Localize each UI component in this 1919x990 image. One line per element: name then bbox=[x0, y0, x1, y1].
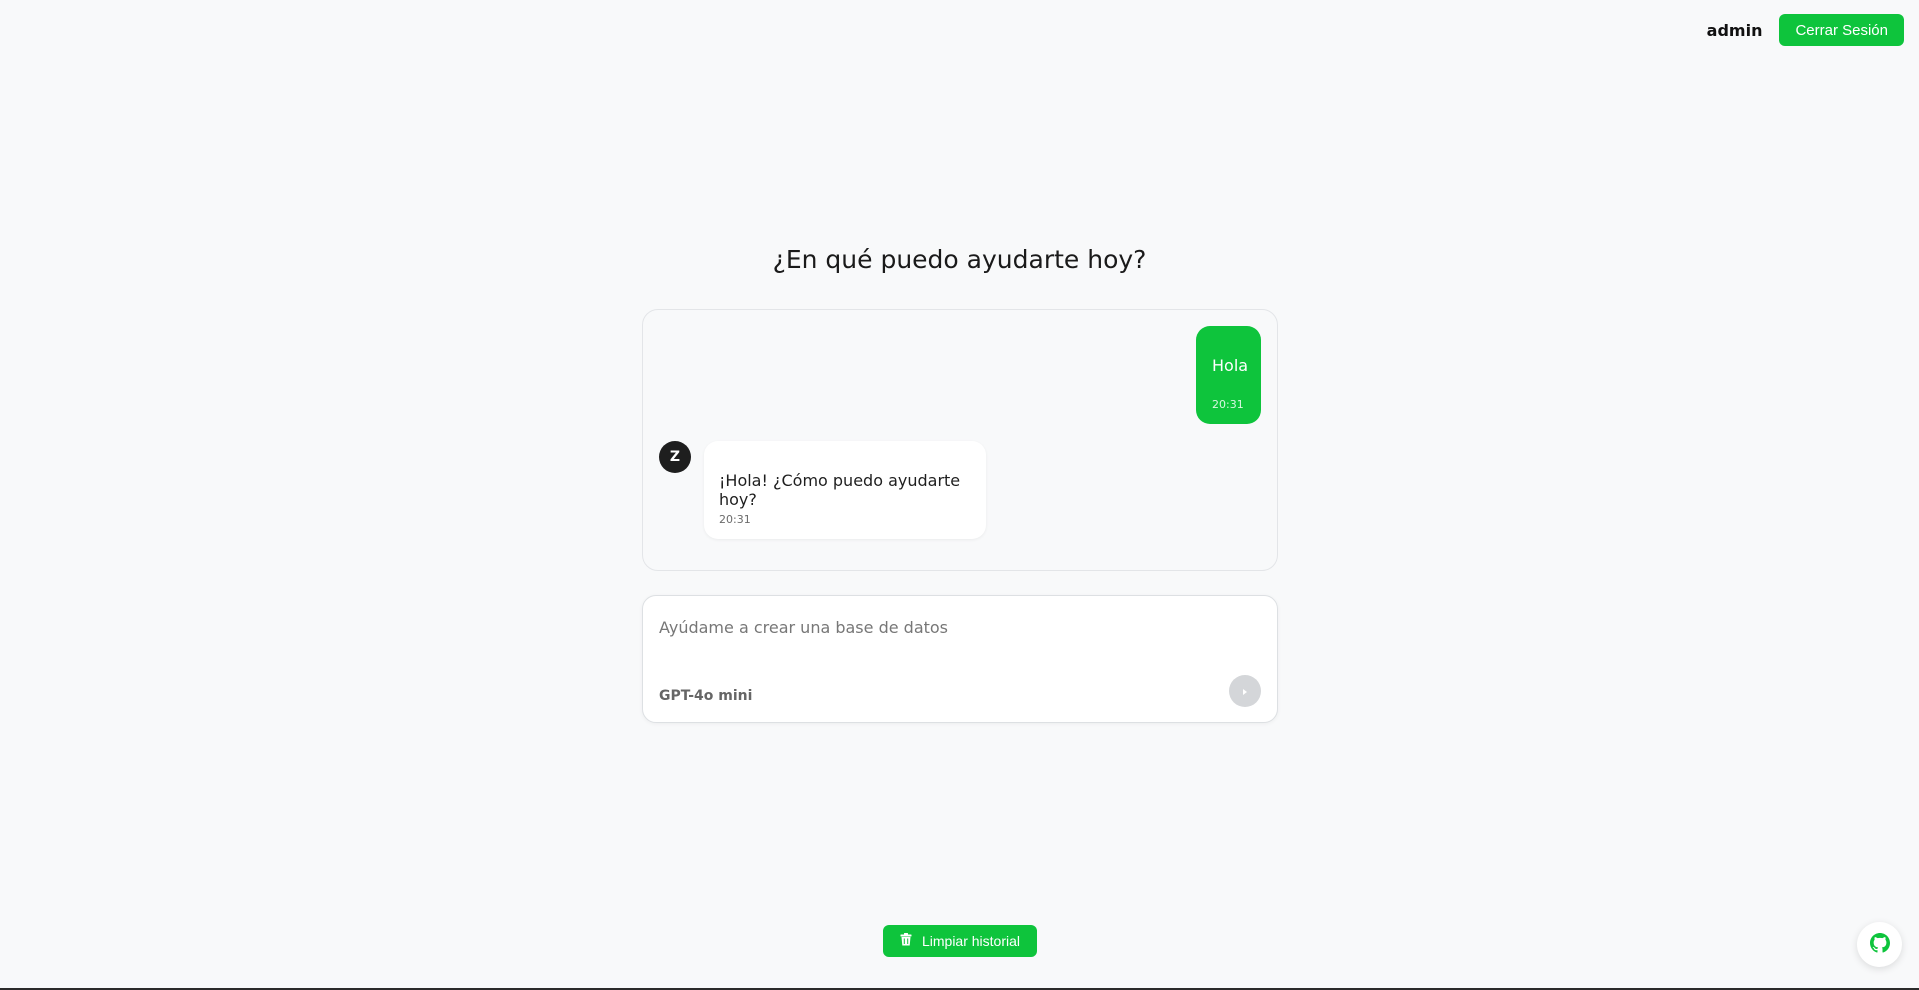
avatar: Z bbox=[659, 441, 691, 473]
send-arrow-icon bbox=[1241, 684, 1249, 699]
send-button[interactable] bbox=[1229, 675, 1261, 707]
user-message-text: Hola bbox=[1212, 356, 1249, 375]
page-title: ¿En qué puedo ayudarte hoy? bbox=[772, 245, 1147, 274]
github-button[interactable] bbox=[1857, 922, 1902, 967]
username: admin bbox=[1706, 20, 1763, 40]
user-message-time: 20:31 bbox=[1212, 398, 1244, 411]
user-message: Hola 20:31 bbox=[1196, 326, 1261, 424]
trash-icon bbox=[900, 933, 912, 949]
github-icon bbox=[1869, 932, 1890, 957]
top-bar: admin Cerrar Sesión bbox=[1707, 14, 1904, 46]
assistant-message-text: ¡Hola! ¿Cómo puedo ayudarte hoy? bbox=[719, 471, 961, 509]
model-selector[interactable]: GPT-4o mini bbox=[659, 688, 752, 704]
message-composer: GPT-4o mini bbox=[642, 595, 1278, 723]
logout-button[interactable]: Cerrar Sesión bbox=[1779, 14, 1904, 46]
clear-history-label: Limpiar historial bbox=[921, 933, 1021, 949]
message-input[interactable] bbox=[659, 614, 1219, 640]
chat-page: admin Cerrar Sesión ¿En qué puedo ayudar… bbox=[0, 0, 1919, 990]
clear-history-button[interactable]: Limpiar historial bbox=[883, 925, 1037, 957]
assistant-message: ¡Hola! ¿Cómo puedo ayudarte hoy? 20:31 bbox=[704, 441, 986, 539]
assistant-message-time: 20:31 bbox=[719, 513, 751, 526]
chat-history[interactable]: Hola 20:31 Z ¡Hola! ¿Cómo puedo ayudarte… bbox=[642, 309, 1278, 571]
